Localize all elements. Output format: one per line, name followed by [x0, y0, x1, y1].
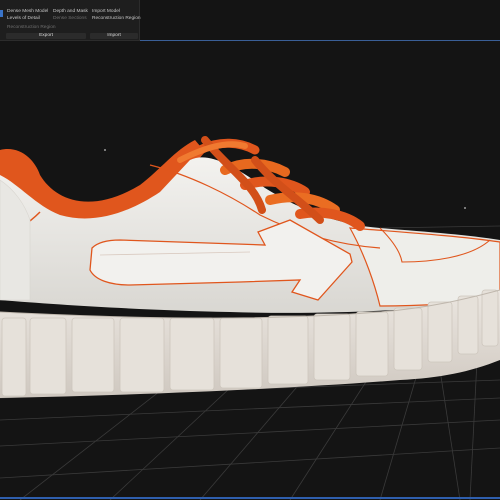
3d-viewport[interactable]: Dense Mesh Model Depth and Mask Import M… [0, 0, 500, 500]
sneaker-model[interactable] [0, 136, 500, 398]
depth-and-mask-option[interactable]: Depth and Mask [53, 9, 88, 15]
levels-of-detail-option[interactable]: Levels of Detail [7, 16, 40, 22]
vertex-point [104, 149, 106, 151]
toolbar-accent [0, 10, 3, 17]
vertex-point [464, 207, 466, 209]
reconstruction-region-option[interactable]: Reconstruction Region [92, 16, 141, 22]
import-button[interactable]: Import [90, 33, 138, 39]
reconstruction-region-label: Reconstruction Region [7, 25, 56, 30]
dense-mesh-model-option[interactable]: Dense Mesh Model [7, 9, 48, 15]
viewport-bottom-border [0, 497, 500, 499]
dense-sections-option[interactable]: Dense Sections [53, 16, 87, 22]
scene-canvas[interactable] [0, 0, 500, 500]
model-toolbar: Dense Mesh Model Depth and Mask Import M… [0, 0, 141, 41]
export-button[interactable]: Export [6, 33, 86, 39]
import-model-option[interactable]: Import Model [92, 9, 120, 15]
